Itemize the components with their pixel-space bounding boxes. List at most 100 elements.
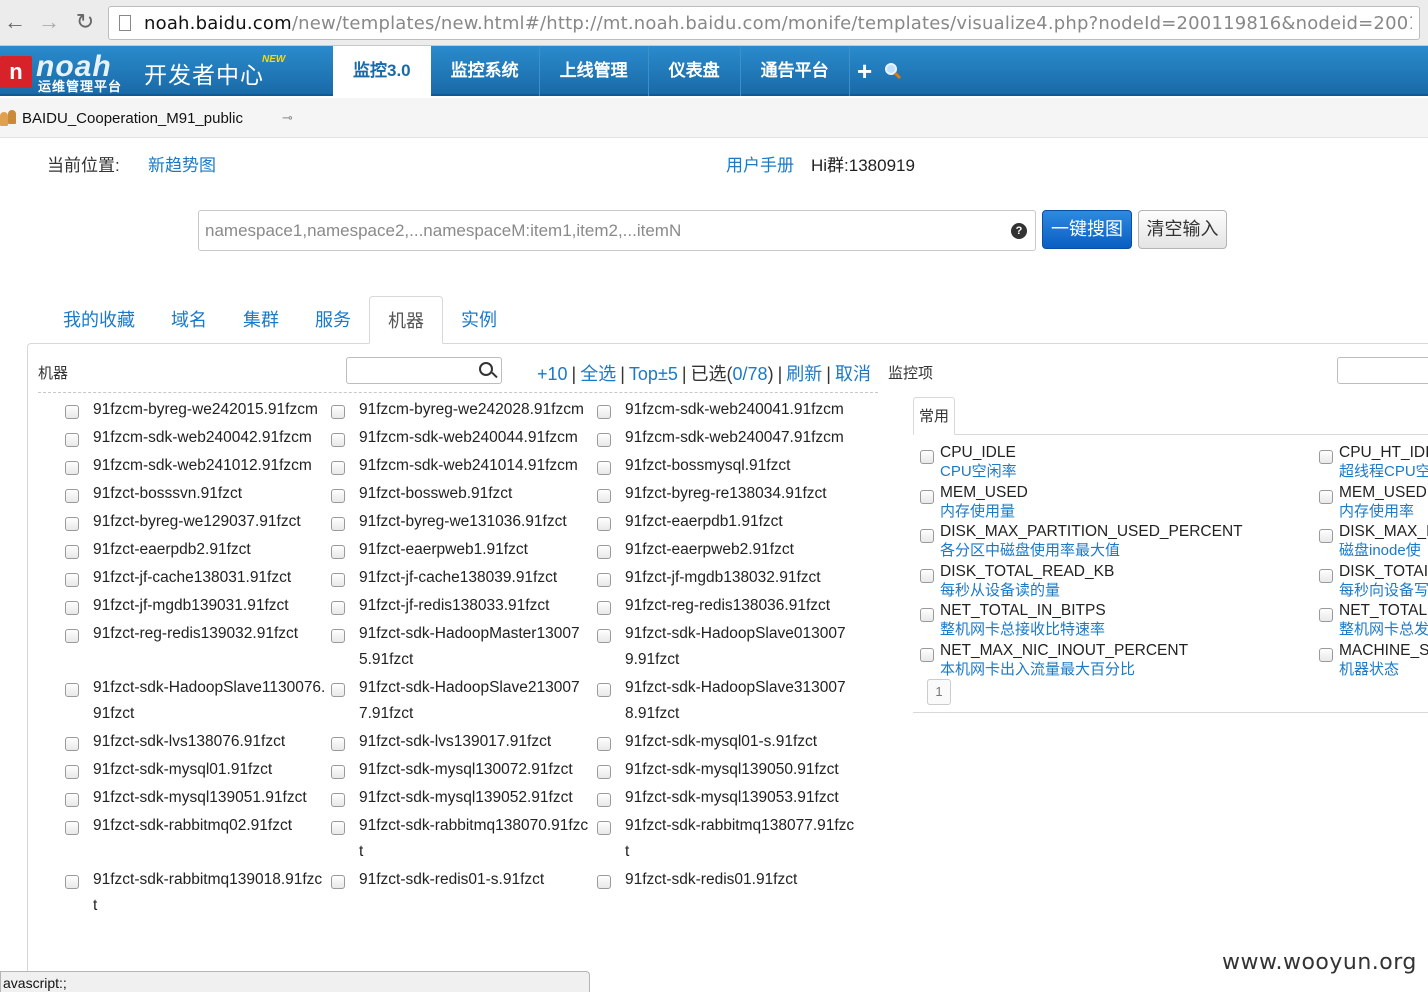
machine-item[interactable]: 91fzct-sdk-rabbitmq138070.91fzct bbox=[326, 812, 592, 866]
clear-input-button[interactable]: 清空输入 bbox=[1138, 210, 1227, 249]
machine-checkbox[interactable] bbox=[331, 875, 345, 889]
search-input[interactable] bbox=[205, 217, 1005, 245]
machine-checkbox[interactable] bbox=[597, 405, 611, 419]
monitor-checkbox[interactable] bbox=[1319, 608, 1333, 623]
machine-checkbox[interactable] bbox=[597, 433, 611, 447]
machine-checkbox[interactable] bbox=[65, 601, 79, 615]
machine-filter-input[interactable] bbox=[351, 361, 471, 381]
machine-checkbox[interactable] bbox=[65, 433, 79, 447]
machine-checkbox[interactable] bbox=[597, 629, 611, 643]
machine-checkbox[interactable] bbox=[331, 433, 345, 447]
machine-item[interactable]: 91fzct-jf-mgdb139031.91fzct bbox=[60, 592, 326, 620]
machine-checkbox[interactable] bbox=[331, 545, 345, 559]
monitor-checkbox[interactable] bbox=[920, 608, 934, 623]
machine-checkbox[interactable] bbox=[597, 517, 611, 531]
machine-item[interactable]: 91fzct-sdk-rabbitmq138077.91fzct bbox=[592, 812, 858, 866]
machine-item[interactable]: 91fzct-sdk-rabbitmq02.91fzct bbox=[60, 812, 326, 866]
monitor-item[interactable]: DISK_MAX_PARTITION_USED_PERCENT 各分区中磁盘使用率… bbox=[920, 522, 1243, 560]
monitor-filter-input[interactable] bbox=[1337, 357, 1428, 384]
machine-checkbox[interactable] bbox=[597, 875, 611, 889]
machine-checkbox[interactable] bbox=[65, 461, 79, 475]
machine-checkbox[interactable] bbox=[65, 489, 79, 503]
machine-item[interactable]: 91fzct-bosssvn.91fzct bbox=[60, 480, 326, 508]
machine-checkbox[interactable] bbox=[597, 737, 611, 751]
monitor-item-desc[interactable]: 整机网卡总发 bbox=[1339, 620, 1428, 639]
machine-item[interactable]: 91fzct-jf-redis138033.91fzct bbox=[326, 592, 592, 620]
address-bar[interactable]: noah.baidu.com/new/templates/new.html#/h… bbox=[108, 6, 1420, 40]
machine-item[interactable]: 91fzcm-byreg-we242028.91fzcm bbox=[326, 396, 592, 424]
page-button[interactable]: 1 bbox=[927, 679, 951, 705]
header-tab-notice[interactable]: 通告平台 bbox=[741, 46, 850, 96]
monitor-item[interactable]: MEM_USED 内存使用量 bbox=[920, 483, 1028, 521]
selected-count[interactable]: 0/78 bbox=[733, 364, 768, 384]
monitor-item-desc[interactable]: 每秒从设备读的量 bbox=[940, 581, 1114, 600]
machine-checkbox[interactable] bbox=[597, 489, 611, 503]
machine-item[interactable]: 91fzct-eaerpdb1.91fzct bbox=[592, 508, 858, 536]
machine-checkbox[interactable] bbox=[65, 875, 79, 889]
machine-item[interactable]: 91fzct-jf-cache138031.91fzct bbox=[60, 564, 326, 592]
monitor-checkbox[interactable] bbox=[1319, 568, 1333, 583]
machine-checkbox[interactable] bbox=[597, 601, 611, 615]
user-manual-link[interactable]: 用户手册 bbox=[726, 151, 794, 176]
machine-checkbox[interactable] bbox=[65, 545, 79, 559]
machine-checkbox[interactable] bbox=[331, 461, 345, 475]
help-icon[interactable]: ? bbox=[1011, 223, 1027, 239]
monitor-checkbox[interactable] bbox=[1319, 489, 1333, 504]
machine-item[interactable]: 91fzcm-sdk-web240041.91fzcm bbox=[592, 396, 858, 424]
machine-checkbox[interactable] bbox=[331, 765, 345, 779]
machine-item[interactable]: 91fzct-sdk-mysql139051.91fzct bbox=[60, 784, 326, 812]
plus-icon[interactable]: + bbox=[850, 46, 880, 96]
machine-item[interactable]: 91fzcm-sdk-web241012.91fzcm bbox=[60, 452, 326, 480]
machine-checkbox[interactable] bbox=[597, 793, 611, 807]
cancel-link[interactable]: 取消 bbox=[835, 364, 871, 384]
machine-checkbox[interactable] bbox=[331, 405, 345, 419]
monitor-item[interactable]: CPU_IDLE CPU空闲率 bbox=[920, 443, 1017, 481]
top5-link[interactable]: Top±5 bbox=[629, 364, 678, 384]
monitor-checkbox[interactable] bbox=[920, 450, 934, 464]
machine-checkbox[interactable] bbox=[597, 683, 611, 697]
account-name[interactable]: BAIDU_Cooperation_M91_public bbox=[22, 110, 243, 127]
machine-checkbox[interactable] bbox=[331, 573, 345, 587]
machine-item[interactable]: 91fzct-sdk-mysql139052.91fzct bbox=[326, 784, 592, 812]
monitor-item[interactable]: NET_TOTAL_IN_BITPS 整机网卡总接收比特速率 bbox=[920, 601, 1106, 639]
tab-instance[interactable]: 实例 bbox=[443, 296, 515, 344]
monitor-item-desc[interactable]: 超线程CPU空 bbox=[1339, 462, 1428, 481]
machine-checkbox[interactable] bbox=[331, 821, 345, 835]
machine-checkbox[interactable] bbox=[65, 737, 79, 751]
noah-logo[interactable]: n noah 运维管理平台 bbox=[0, 50, 128, 94]
machine-item[interactable]: 91fzct-sdk-HadoopSlave3130078.91fzct bbox=[592, 674, 858, 728]
machine-item[interactable]: 91fzcm-sdk-web240044.91fzcm bbox=[326, 424, 592, 452]
machine-item[interactable]: 91fzct-sdk-redis01.91fzct bbox=[592, 866, 858, 920]
header-tab-monitor30[interactable]: 监控3.0 bbox=[333, 46, 431, 96]
monitor-checkbox[interactable] bbox=[1319, 450, 1333, 464]
tab-service[interactable]: 服务 bbox=[297, 296, 369, 344]
tab-cluster[interactable]: 集群 bbox=[225, 296, 297, 344]
machine-checkbox[interactable] bbox=[331, 629, 345, 643]
search-button[interactable]: 一键搜图 bbox=[1042, 210, 1132, 249]
monitor-item-desc[interactable]: 内存使用率 bbox=[1339, 502, 1427, 521]
machine-item[interactable]: 91fzct-sdk-HadoopSlave2130077.91fzct bbox=[326, 674, 592, 728]
monitor-item-desc[interactable]: 机器状态 bbox=[1339, 660, 1428, 679]
machine-checkbox[interactable] bbox=[65, 821, 79, 835]
monitor-item[interactable]: CPU_HT_IDI 超线程CPU空 bbox=[1319, 443, 1428, 481]
forward-arrow-icon[interactable]: → bbox=[36, 9, 62, 35]
machine-item[interactable]: 91fzct-jf-cache138039.91fzct bbox=[326, 564, 592, 592]
machine-checkbox[interactable] bbox=[331, 489, 345, 503]
machine-item[interactable]: 91fzct-reg-redis139032.91fzct bbox=[60, 620, 326, 674]
machine-checkbox[interactable] bbox=[65, 517, 79, 531]
monitor-item[interactable]: DISK_TOTAI 每秒向设备写 bbox=[1319, 562, 1428, 600]
monitor-item[interactable]: DISK_MAX_I 磁盘inode使 bbox=[1319, 522, 1428, 560]
machine-checkbox[interactable] bbox=[65, 793, 79, 807]
machine-checkbox[interactable] bbox=[597, 461, 611, 475]
machine-checkbox[interactable] bbox=[65, 629, 79, 643]
machine-checkbox[interactable] bbox=[65, 683, 79, 697]
monitor-item-desc[interactable]: 每秒向设备写 bbox=[1339, 581, 1428, 600]
machine-item[interactable]: 91fzct-eaerpweb2.91fzct bbox=[592, 536, 858, 564]
refresh-link[interactable]: 刷新 bbox=[786, 364, 822, 384]
machine-checkbox[interactable] bbox=[597, 573, 611, 587]
machine-item[interactable]: 91fzct-reg-redis138036.91fzct bbox=[592, 592, 858, 620]
tab-favorites[interactable]: 我的收藏 bbox=[45, 296, 153, 344]
machine-item[interactable]: 91fzct-sdk-mysql139053.91fzct bbox=[592, 784, 858, 812]
machine-item[interactable]: 91fzct-sdk-HadoopSlave0130079.91fzct bbox=[592, 620, 858, 674]
reload-icon[interactable]: ↻ bbox=[72, 9, 98, 35]
